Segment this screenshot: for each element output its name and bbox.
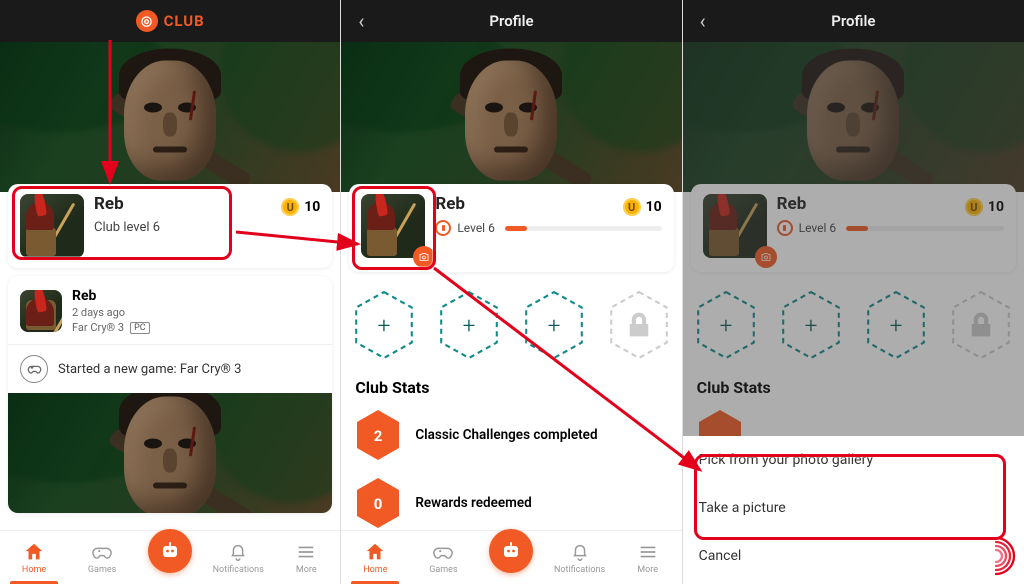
stat-label: Classic Challenges completed [415,427,597,443]
home-scroll[interactable]: Reb Club level 6 U 10 Reb 2 days ago [0,42,340,530]
screen-profile: ‹ Profile Reb [341,0,682,584]
coin-balance: U 10 [281,198,320,216]
stat-badge-icon: 2 [355,409,401,461]
screen-profile-sheet: ‹ Profile Reb [683,0,1024,584]
watermark-icon [974,534,1018,578]
nav-home[interactable]: Home [0,531,68,584]
svg-text:+: + [547,312,560,339]
svg-text:+: + [378,312,391,339]
feed-username: Reb [72,288,150,304]
nav-sam[interactable] [477,531,545,584]
activity-card[interactable]: Reb 2 days ago Far Cry® 3 PC [8,276,332,513]
badge-slot-add[interactable]: + [438,290,500,360]
gamepad-icon [20,355,48,383]
hero-banner [0,42,340,192]
club-level-label: Club level 6 [94,220,160,235]
coin-balance: U 10 [623,198,662,216]
profile-card: Reb Level 6 U 10 [349,184,673,272]
coin-count: 10 [646,199,662,215]
club-stats-title: Club Stats [341,370,681,401]
action-sheet: Pick from your photo gallery Take a pict… [683,436,1024,584]
sheet-cancel[interactable]: Cancel [683,532,1024,584]
nav-more[interactable]: More [614,531,682,584]
sheet-take-picture[interactable]: Take a picture [683,484,1024,532]
bottom-nav: Home Games Notifications More [0,530,340,584]
stat-badge-icon: 0 [355,477,401,529]
ubisoft-swirl-icon: ◎ [136,10,158,32]
coin-icon: U [281,198,299,216]
activity-image [8,393,332,513]
badge-slot-add[interactable]: + [353,290,415,360]
svg-text:0: 0 [374,495,383,513]
profile-summary-card[interactable]: Reb Club level 6 U 10 [8,184,332,268]
level-icon [435,220,451,236]
level-label: Level 6 [457,221,495,235]
badge-slot-locked [608,290,670,360]
hero-banner [341,42,681,192]
stat-row: 0 Rewards redeemed [341,469,681,530]
nav-notifications[interactable]: Notifications [546,531,614,584]
coin-icon: U [623,198,641,216]
activity-text: Started a new game: Far Cry® 3 [58,362,241,377]
brand-logo: ◎ CLUB [0,10,340,32]
nav-more[interactable]: More [272,531,340,584]
nav-sam[interactable] [136,531,204,584]
sheet-pick-gallery[interactable]: Pick from your photo gallery [683,436,1024,484]
stat-label: Rewards redeemed [415,495,531,511]
avatar[interactable] [20,194,84,258]
modal-backdrop[interactable] [683,42,1024,450]
profile-scroll[interactable]: Reb Level 6 U 10 + + + [341,42,681,530]
coin-count: 10 [304,199,320,215]
header-bar: ‹ Profile [341,0,681,42]
nav-notifications[interactable]: Notifications [204,531,272,584]
svg-text:+: + [463,312,476,339]
feed-avatar[interactable] [20,290,62,332]
header-title: Profile [683,12,1024,30]
nav-games[interactable]: Games [68,531,136,584]
feed-game: Far Cry® 3 [72,321,124,334]
username: Reb [94,194,160,214]
screen-home: ◎ CLUB Reb Club level 6 U 10 [0,0,341,584]
platform-chip: PC [130,322,150,334]
brand-text: CLUB [164,12,205,30]
badge-slot-add[interactable]: + [523,290,585,360]
header-title: Profile [341,12,681,30]
camera-icon[interactable] [413,246,435,268]
header-bar: ‹ Profile [683,0,1024,42]
level-progress [505,226,662,231]
header-bar: ◎ CLUB [0,0,340,42]
stat-row: 2 Classic Challenges completed [341,401,681,469]
badge-slots: + + + [341,272,681,370]
feed-time: 2 days ago [72,306,125,319]
nav-games[interactable]: Games [409,531,477,584]
bottom-nav: Home Games Notifications More [341,530,681,584]
svg-text:2: 2 [374,427,383,445]
nav-home[interactable]: Home [341,531,409,584]
